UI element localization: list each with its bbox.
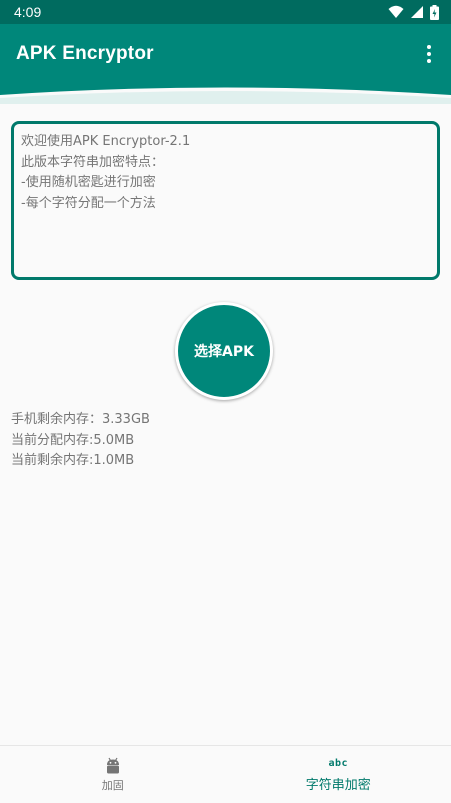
status-icons: [388, 0, 439, 24]
log-text-area[interactable]: 欢迎使用APK Encryptor-2.1 此版本字符串加密特点： -使用随机密…: [11, 121, 440, 280]
header-wave: [0, 82, 451, 104]
allocated-memory: 当前分配内存:5.0MB: [11, 432, 135, 448]
nav-label-string-encrypt: 字符串加密: [305, 778, 371, 793]
more-vert-icon: [427, 45, 431, 49]
more-vert-icon: [427, 59, 431, 63]
status-time: 4:09: [14, 4, 42, 20]
remaining-memory: 当前剩余内存:1.0MB: [11, 453, 135, 468]
cell-signal-icon: [411, 6, 423, 18]
nav-item-string-encrypt[interactable]: abc 字符串加密: [226, 746, 451, 803]
abc-icon: abc: [328, 758, 349, 769]
select-apk-button[interactable]: 选择APK: [175, 302, 273, 400]
memory-info: 手机剩余内存：3.33GB 当前分配内存:5.0MB 当前剩余内存:1.0MB: [11, 410, 150, 472]
status-bar: 4:09: [0, 0, 451, 24]
wifi-icon: [388, 5, 404, 18]
bottom-nav: 加固 abc 字符串加密: [0, 745, 451, 803]
overflow-menu-button[interactable]: [415, 34, 443, 74]
nav-item-harden[interactable]: 加固: [0, 746, 226, 803]
nav-label-harden: 加固: [101, 778, 124, 792]
free-phone-memory: 手机剩余内存：3.33GB: [11, 412, 150, 427]
app-title: APK Encryptor: [16, 43, 154, 64]
more-vert-icon: [427, 52, 431, 56]
battery-icon: [430, 4, 439, 20]
android-icon: [106, 757, 119, 773]
app-bar: APK Encryptor: [0, 24, 451, 84]
